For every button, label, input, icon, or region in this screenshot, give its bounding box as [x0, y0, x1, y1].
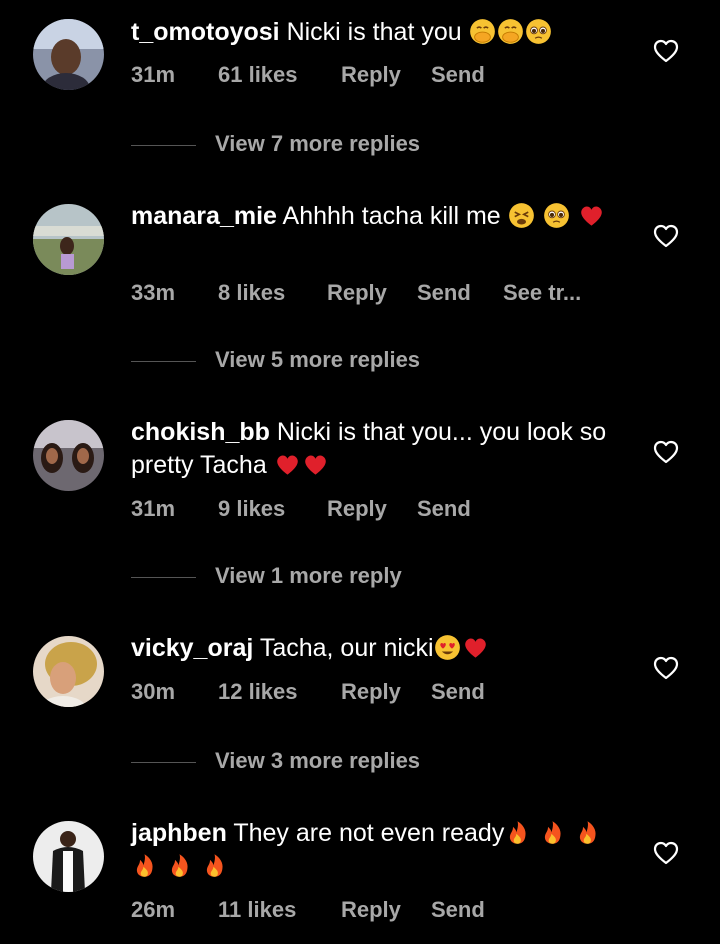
- red-heart-emoji: [462, 634, 489, 661]
- reply-button[interactable]: Reply: [327, 496, 387, 522]
- divider: [131, 577, 196, 578]
- comment-username[interactable]: vicky_oraj: [131, 634, 253, 662]
- comment-text: vicky_oraj Tacha, our nicki: [131, 632, 621, 665]
- heart-outline-icon[interactable]: [653, 841, 679, 865]
- reply-button[interactable]: Reply: [327, 280, 387, 306]
- comment-body: Tacha, our nicki: [259, 634, 434, 662]
- divider: [131, 361, 196, 362]
- avatar[interactable]: [33, 420, 104, 491]
- comment-username[interactable]: manara_mie: [131, 202, 277, 230]
- comment-username[interactable]: japhben: [131, 819, 227, 847]
- red-heart-emoji: [302, 451, 329, 478]
- view-replies-button[interactable]: View 5 more replies: [131, 347, 531, 377]
- send-button[interactable]: Send: [431, 679, 485, 705]
- comment-time: 31m: [131, 496, 176, 521]
- comment-text: chokish_bb Nicki is that you... you look…: [131, 416, 621, 482]
- fire-emoji: [539, 819, 566, 846]
- fire-emoji: [504, 819, 531, 846]
- comment-body: Nicki is that you: [286, 18, 462, 46]
- comment-text: japhben They are not even ready: [131, 817, 621, 883]
- comment-time: 31m: [131, 62, 176, 87]
- pleading-face-emoji: [543, 202, 570, 229]
- comment-username[interactable]: chokish_bb: [131, 418, 270, 446]
- see-translation-button[interactable]: See tr...: [503, 280, 581, 306]
- view-replies-button[interactable]: View 1 more reply: [131, 563, 531, 593]
- heart-outline-icon[interactable]: [653, 440, 679, 464]
- avatar[interactable]: [33, 204, 104, 275]
- red-heart-emoji: [578, 202, 605, 229]
- send-button[interactable]: Send: [417, 496, 471, 522]
- avatar[interactable]: [33, 821, 104, 892]
- likes-count[interactable]: 12 likes: [218, 679, 298, 705]
- comment-username[interactable]: t_omotoyosi: [131, 18, 280, 46]
- comment-text: manara_mie Ahhhh tacha kill me: [131, 200, 621, 233]
- fire-emoji: [166, 852, 193, 879]
- reply-button[interactable]: Reply: [341, 679, 401, 705]
- reply-button[interactable]: Reply: [341, 897, 401, 923]
- hand-over-mouth-emoji: [468, 18, 496, 45]
- fire-emoji: [201, 852, 228, 879]
- reply-button[interactable]: Reply: [341, 62, 401, 88]
- comment-time: 33m: [131, 280, 176, 305]
- comment-time: 30m: [131, 679, 176, 704]
- fire-emoji: [131, 852, 158, 879]
- tired-face-emoji: [507, 202, 535, 229]
- send-button[interactable]: Send: [417, 280, 471, 306]
- avatar[interactable]: [33, 19, 104, 90]
- likes-count[interactable]: 61 likes: [218, 62, 298, 88]
- likes-count[interactable]: 9 likes: [218, 496, 285, 522]
- comment-text: t_omotoyosi Nicki is that you: [131, 16, 621, 49]
- view-replies-button[interactable]: View 3 more replies: [131, 748, 531, 778]
- likes-count[interactable]: 11 likes: [218, 897, 296, 923]
- comment-body: Ahhhh tacha kill me: [282, 202, 501, 230]
- heart-outline-icon[interactable]: [653, 224, 679, 248]
- red-heart-emoji: [274, 451, 301, 478]
- comment-body: They are not even ready: [233, 819, 505, 847]
- heart-outline-icon[interactable]: [653, 39, 679, 63]
- hand-over-mouth-emoji: [496, 18, 524, 45]
- likes-count[interactable]: 8 likes: [218, 280, 285, 306]
- heart-outline-icon[interactable]: [653, 656, 679, 680]
- comment-time: 26m: [131, 897, 176, 922]
- divider: [131, 145, 196, 146]
- fire-emoji: [574, 819, 601, 846]
- send-button[interactable]: Send: [431, 897, 485, 923]
- view-replies-button[interactable]: View 7 more replies: [131, 131, 531, 161]
- avatar[interactable]: [33, 636, 104, 707]
- heart-eyes-emoji: [434, 634, 461, 661]
- send-button[interactable]: Send: [431, 62, 485, 88]
- pleading-face-emoji: [525, 18, 552, 45]
- divider: [131, 762, 196, 763]
